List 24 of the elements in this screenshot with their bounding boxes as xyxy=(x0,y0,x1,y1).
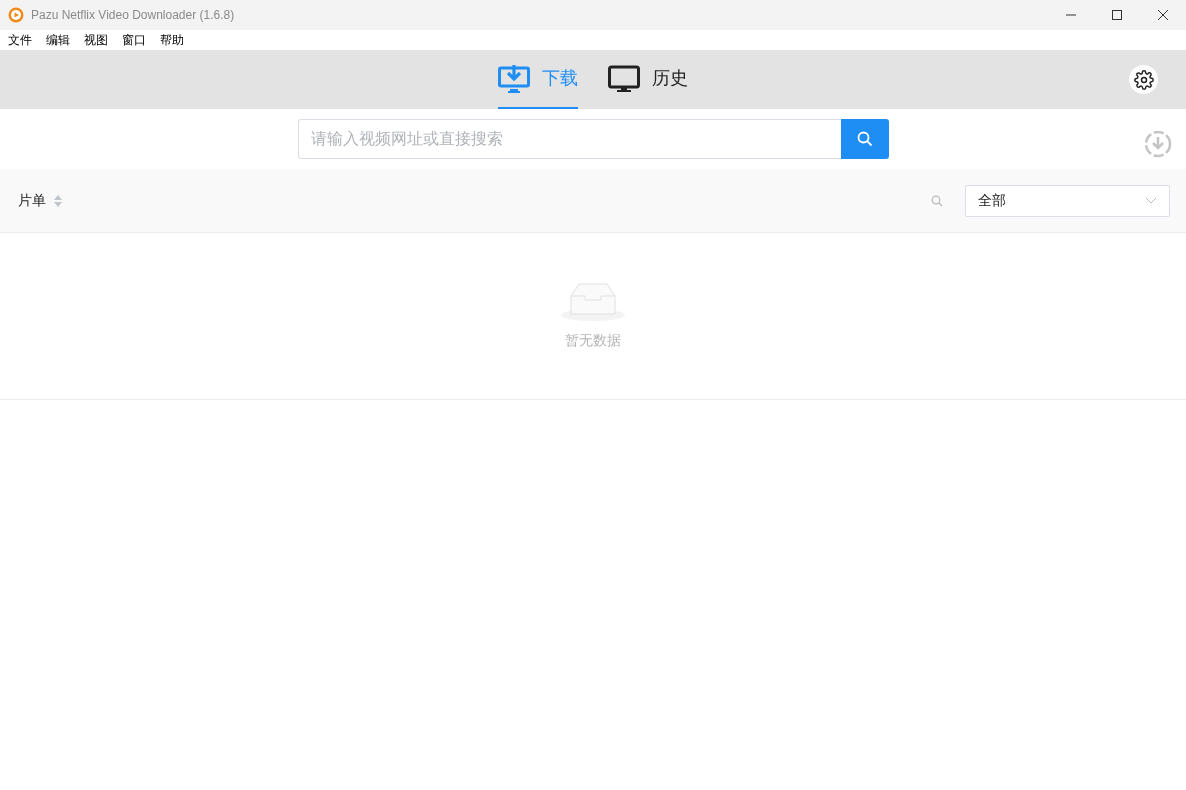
chevron-down-icon xyxy=(1145,197,1157,204)
filter-dropdown[interactable]: 全部 xyxy=(965,184,1170,217)
search-field[interactable]: 请输入视频网址或直接搜索 xyxy=(297,119,841,159)
search-icon xyxy=(856,131,873,147)
menu-item[interactable]: 帮助 xyxy=(160,31,184,49)
app-logo-icon xyxy=(8,7,24,23)
menu-item[interactable]: 文件 xyxy=(8,31,32,49)
maximize-icon xyxy=(1112,10,1122,20)
menu-item[interactable]: 视图 xyxy=(84,31,108,49)
search-button[interactable] xyxy=(840,119,889,159)
window-title: Pazu Netflix Video Downloader (1.6.8) xyxy=(31,7,235,24)
empty-message: 暂无数据 xyxy=(565,331,621,350)
monitor-icon xyxy=(608,64,640,93)
sort-icon[interactable] xyxy=(54,194,62,207)
menu-item[interactable]: 编辑 xyxy=(46,31,70,49)
tab[interactable]: 历史 xyxy=(608,50,688,109)
empty-inbox-icon xyxy=(561,280,625,322)
close-icon xyxy=(1158,10,1168,20)
column-header[interactable]: 片单 xyxy=(18,190,46,211)
settings-button[interactable] xyxy=(1129,65,1158,94)
menu-item[interactable]: 窗口 xyxy=(122,31,146,49)
download-icon[interactable] xyxy=(1144,130,1172,158)
search-icon[interactable] xyxy=(931,194,943,207)
monitor-download-icon xyxy=(498,64,530,93)
